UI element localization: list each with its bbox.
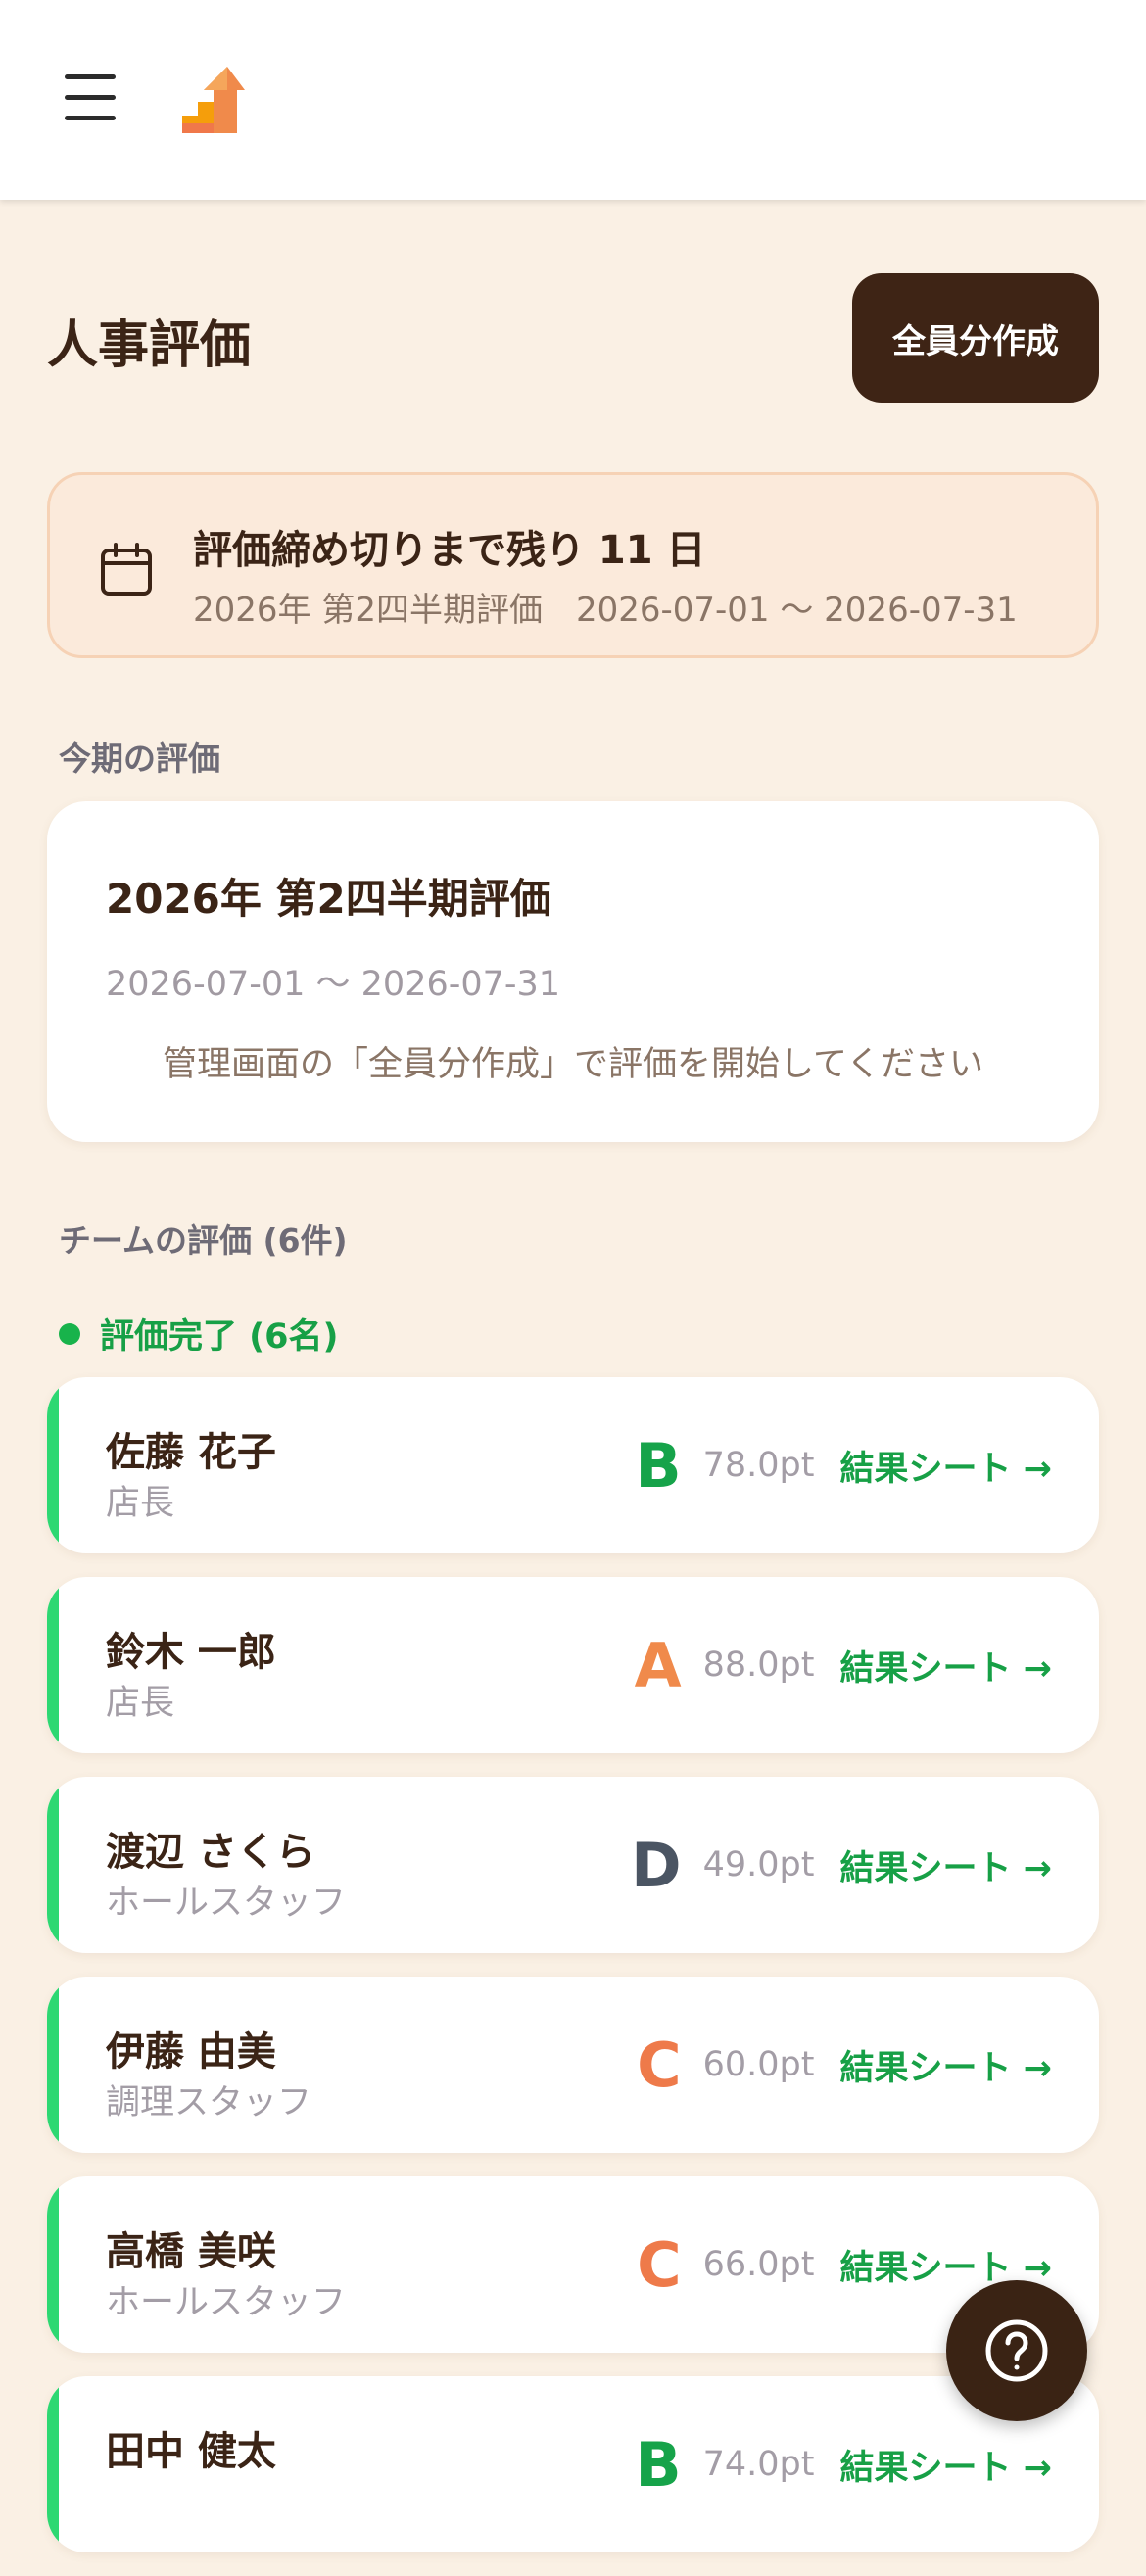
deadline-banner: 評価締め切りまで残り 11 日 2026年 第2四半期評価 2026-07-01…	[47, 472, 1099, 658]
team-member-card[interactable]: 高橋 美咲 ホールスタッフ C 66.0pt 結果シート →	[47, 2176, 1099, 2353]
member-grade: A	[634, 1629, 682, 1701]
member-grade: D	[631, 1829, 682, 1901]
current-period-card: 2026年 第2四半期評価 2026-07-01 〜 2026-07-31 管理…	[47, 801, 1099, 1142]
member-name: 佐藤 花子	[106, 1430, 276, 1475]
period-dates: 2026-07-01 〜 2026-07-31	[106, 965, 561, 1004]
member-points: 49.0pt	[702, 1845, 815, 1884]
member-name: 鈴木 一郎	[106, 1630, 276, 1675]
member-name: 田中 健太	[106, 2429, 276, 2474]
member-points: 88.0pt	[702, 1646, 815, 1685]
member-name: 伊藤 由美	[106, 2029, 276, 2075]
period-title: 2026年 第2四半期評価	[106, 875, 551, 923]
team-member-card[interactable]: 田中 健太 B 74.0pt 結果シート →	[47, 2376, 1099, 2552]
result-sheet-link[interactable]: 結果シート →	[839, 1840, 1052, 1890]
status-label: 評価完了 (6名)	[100, 1317, 339, 1357]
member-name: 高橋 美咲	[106, 2229, 276, 2274]
deadline-subtitle: 2026年 第2四半期評価 2026-07-01 〜 2026-07-31	[193, 591, 1018, 630]
member-grade: B	[635, 2428, 682, 2501]
member-grade: C	[637, 2228, 682, 2301]
calendar-icon	[101, 543, 152, 596]
current-period-label: 今期の評価	[59, 739, 220, 778]
app-header	[0, 0, 1146, 200]
status-dot-icon	[59, 1322, 80, 1345]
team-member-card[interactable]: 渡辺 さくら ホールスタッフ D 49.0pt 結果シート →	[47, 1777, 1099, 1953]
team-evaluations-label: チームの評価 (6件)	[59, 1221, 348, 1260]
member-role: 調理スタッフ	[106, 2083, 312, 2123]
stairs-arrow-logo[interactable]	[180, 65, 247, 135]
question-mark-icon	[985, 2319, 1048, 2382]
member-name: 渡辺 さくら	[106, 1830, 315, 1875]
member-points: 78.0pt	[702, 1446, 815, 1485]
result-sheet-link[interactable]: 結果シート →	[839, 1441, 1052, 1491]
team-member-card[interactable]: 佐藤 花子 店長 B 78.0pt 結果シート →	[47, 1377, 1099, 1553]
member-role: ホールスタッフ	[106, 1884, 347, 1923]
member-role: ホールスタッフ	[106, 2283, 347, 2322]
help-button[interactable]	[946, 2280, 1087, 2421]
member-points: 60.0pt	[702, 2045, 815, 2084]
period-note: 管理画面の「全員分作成」で評価を開始してください	[163, 1045, 983, 1084]
hamburger-menu-icon[interactable]	[65, 72, 116, 123]
member-role: 店長	[106, 1684, 175, 1723]
team-list: 佐藤 花子 店長 B 78.0pt 結果シート → 鈴木 一郎 店長 A 88.…	[47, 1377, 1099, 2576]
result-sheet-link[interactable]: 結果シート →	[839, 1641, 1052, 1691]
page-title: 人事評価	[47, 316, 252, 375]
team-member-card[interactable]: 伊藤 由美 調理スタッフ C 60.0pt 結果シート →	[47, 1977, 1099, 2153]
team-member-card[interactable]: 鈴木 一郎 店長 A 88.0pt 結果シート →	[47, 1577, 1099, 1753]
member-points: 66.0pt	[702, 2245, 815, 2284]
member-role: 店長	[106, 1484, 175, 1523]
member-grade: C	[637, 2028, 682, 2101]
result-sheet-link[interactable]: 結果シート →	[839, 2040, 1052, 2090]
deadline-title: 評価締め切りまで残り 11 日	[193, 528, 706, 573]
member-grade: B	[635, 1429, 682, 1502]
create-all-button[interactable]: 全員分作成	[852, 273, 1099, 403]
member-points: 74.0pt	[702, 2445, 815, 2484]
status-group-header: 評価完了 (6名)	[59, 1309, 339, 1359]
result-sheet-link[interactable]: 結果シート →	[839, 2440, 1052, 2490]
